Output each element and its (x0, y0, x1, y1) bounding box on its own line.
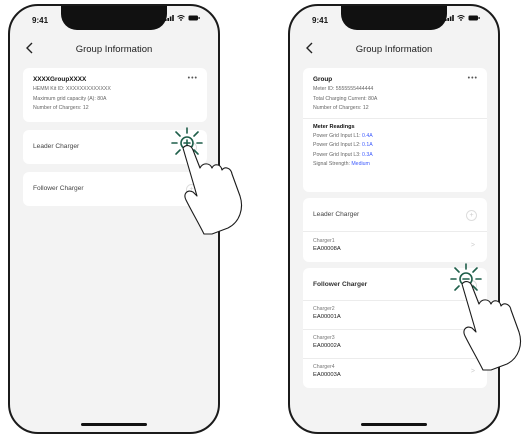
status-icons (165, 15, 200, 21)
home-indicator (361, 423, 427, 426)
grid-input-l3: Power Grid Input L3: 0.3A (313, 151, 373, 158)
follower-charger-row[interactable]: Charger2 EA00001A > (303, 301, 487, 329)
battery-icon (188, 15, 200, 21)
status-icons (445, 15, 480, 21)
group-name: XXXXGroupXXXX (33, 76, 87, 83)
chevron-right-icon: > (470, 368, 475, 375)
charger-id: EA00002A (313, 343, 341, 349)
add-leader-button[interactable]: + (466, 210, 477, 221)
page-title: Group Information (355, 44, 433, 55)
charger-count: Number of Chargers: 12 (33, 105, 89, 111)
group-info-card: XXXXGroupXXXX HEMM Kit ID: XXXXXXXXXXXXX… (23, 68, 207, 122)
charger-name: Charger3 (313, 335, 335, 341)
follower-charger-card[interactable]: Follower Charger + (23, 172, 207, 206)
group-name: Group (313, 76, 333, 83)
signal-strength: Signal Strength: Medium (313, 161, 370, 167)
page-title: Group Information (75, 44, 153, 55)
battery-icon (468, 15, 480, 21)
add-leader-button[interactable]: + (186, 142, 197, 153)
grid-input-l2: Power Grid Input L2: 0.1A (313, 142, 373, 148)
meter-id: Meter ID: 5555555444444 (313, 86, 374, 92)
group-info-card: Group Meter ID: 5555555444444 Total Char… (303, 68, 487, 192)
charger-id: EA00008A (313, 246, 341, 252)
follower-charger-label: Follower Charger (33, 185, 84, 192)
charger-id: EA00001A (313, 314, 341, 320)
chevron-right-icon: > (470, 339, 475, 346)
phone-frame-right: 9:41 Group Information Group Meter ID: 5… (288, 4, 500, 434)
more-options-button[interactable]: ••• (188, 75, 198, 82)
charger-name: Charger4 (313, 364, 335, 370)
chevron-right-icon: > (470, 310, 475, 317)
leader-charger-label: Leader Charger (313, 211, 360, 218)
grid-input-l1: Power Grid Input L1: 0.4A (313, 132, 373, 139)
leader-charger-card: Leader Charger + Charger1 EA00008A > (303, 198, 487, 262)
signal-icon (165, 15, 174, 21)
signal-icon (445, 15, 454, 21)
leader-charger-card[interactable]: Leader Charger + (23, 130, 207, 164)
add-follower-button[interactable]: + (466, 280, 477, 291)
follower-charger-row[interactable]: Charger4 EA00003A > (303, 359, 487, 387)
phone-notch (341, 6, 447, 30)
charger-name: Charger2 (313, 306, 335, 312)
follower-charger-row[interactable]: Charger3 EA00002A > (303, 330, 487, 358)
charger-count: Number of Chargers: 12 (313, 105, 369, 111)
card-divider (303, 117, 487, 119)
leader-charger-row[interactable]: Charger1 EA00008A > (303, 232, 487, 262)
wifi-icon (457, 15, 465, 21)
charger-name: Charger1 (313, 238, 335, 244)
add-follower-button[interactable]: + (186, 184, 197, 195)
wifi-icon (177, 15, 185, 21)
home-indicator (81, 423, 147, 426)
phone-frame-left: 9:41 Group Information XXXXGroupXXXX HEM… (8, 4, 220, 434)
meter-id: HEMM Kit ID: XXXXXXXXXXXXX (33, 86, 111, 92)
total-current: Total Charging Current: 80A (313, 95, 378, 102)
leader-charger-label: Leader Charger (33, 143, 80, 150)
meter-readings-title: Meter Readings (313, 123, 355, 130)
status-time: 9:41 (312, 16, 329, 25)
chevron-right-icon: > (470, 242, 475, 249)
status-time: 9:41 (32, 16, 49, 25)
charger-id: EA00003A (313, 372, 341, 378)
phone-notch (61, 6, 167, 30)
follower-charger-label: Follower Charger (313, 281, 368, 288)
more-options-button[interactable]: ••• (468, 75, 478, 82)
grid-capacity: Maximum grid capacity (A): 80A (33, 95, 107, 102)
follower-charger-card: Follower Charger + Charger2 EA00001A > C… (303, 268, 487, 388)
